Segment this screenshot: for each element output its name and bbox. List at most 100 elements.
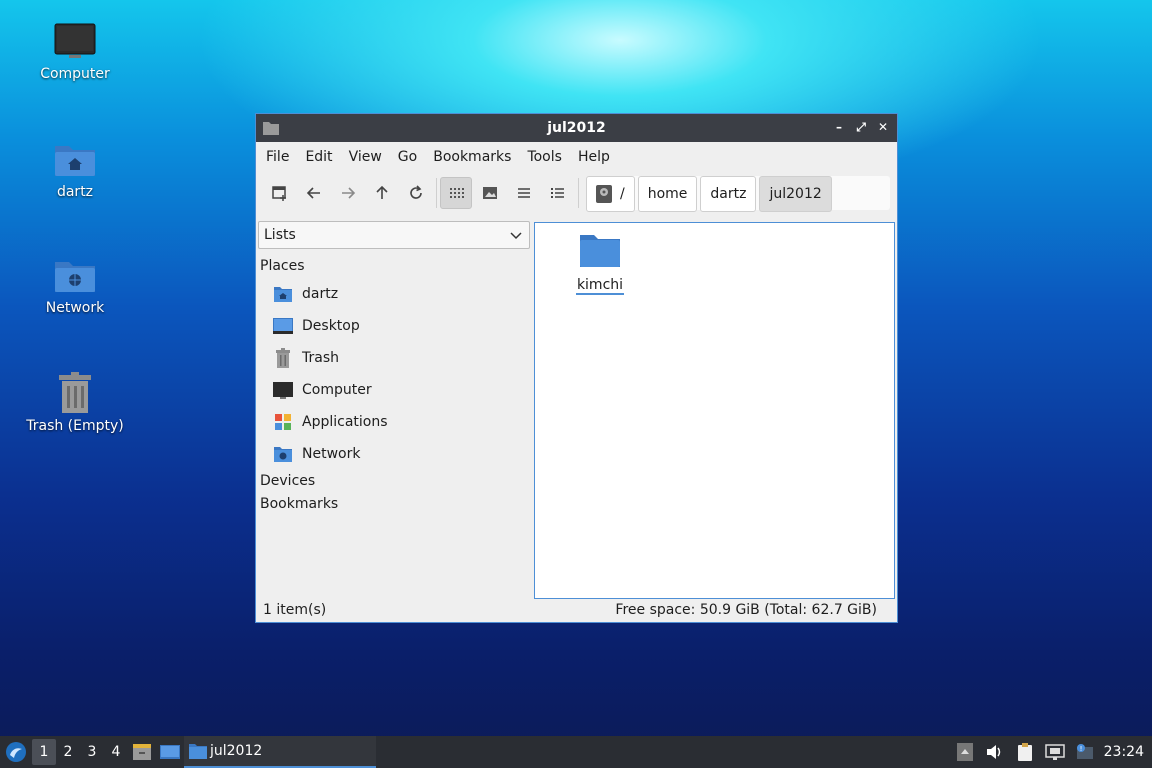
chevron-down-icon [510,232,522,240]
workspace-4[interactable]: 4 [104,739,128,765]
back-icon [306,187,320,199]
menu-edit[interactable]: Edit [297,142,340,172]
thumbnail-view-button[interactable] [474,177,506,209]
network-wired-icon [1044,744,1065,760]
window-titlebar[interactable]: jul2012 – ⤢ ✕ [256,114,897,142]
forward-button[interactable] [332,177,364,209]
workspace-1[interactable]: 1 [32,739,56,765]
side-pane-mode-value: Lists [264,227,296,243]
free-space: Free space: 50.9 GiB (Total: 62.7 GiB) [615,602,877,618]
toolbar: / home dartz jul2012 [256,172,897,214]
toolbar-separator [578,178,579,208]
desktop-icon-label: Trash (Empty) [26,418,124,434]
new-tab-button[interactable] [264,177,296,209]
place-label: Desktop [302,318,360,334]
home-folder-icon [55,146,95,176]
side-pane-mode-select[interactable]: Lists [258,221,530,249]
chevron-up-icon [956,743,973,761]
up-button[interactable] [366,177,398,209]
path-root-button[interactable]: / [586,176,635,212]
desktop-icon-label: Network [45,300,105,316]
path-segment-home[interactable]: home [637,176,698,212]
detailed-list-view-icon [551,188,564,198]
desktop-icon [273,316,293,336]
desktop-icon-network[interactable]: Network [15,256,135,316]
place-desktop[interactable]: Desktop [257,310,531,342]
bookmarks-header[interactable]: Bookmarks [257,493,531,516]
task-jul2012[interactable]: jul2012 [184,736,376,768]
up-icon [376,185,388,199]
folder-icon [580,235,620,267]
menu-view[interactable]: View [341,142,390,172]
notification-icon: ! [1076,744,1093,759]
detailed-list-view-button[interactable] [542,177,574,209]
desktop-icon-computer[interactable]: Computer [15,22,135,82]
place-computer[interactable]: Computer [257,374,531,406]
compact-view-button[interactable] [508,177,540,209]
trash-icon [273,348,293,368]
path-segment-dartz[interactable]: dartz [700,176,757,212]
item-count: 1 item(s) [263,602,327,618]
new-tab-icon [272,186,286,201]
task-label: jul2012 [210,743,263,759]
menu-bookmarks[interactable]: Bookmarks [425,142,519,172]
computer-icon [54,23,96,58]
menubar: File Edit View Go Bookmarks Tools Help [256,142,897,172]
home-folder-icon [273,284,293,304]
applications-icon [273,412,293,432]
volume-button[interactable] [980,736,1010,768]
tray-expand-button[interactable] [950,736,980,768]
place-label: Network [302,446,361,462]
place-trash[interactable]: Trash [257,342,531,374]
menu-tools[interactable]: Tools [519,142,570,172]
place-dartz[interactable]: dartz [257,278,531,310]
devices-header[interactable]: Devices [257,470,531,493]
desktop-icon-label: dartz [56,184,94,200]
place-label: dartz [302,286,339,302]
back-button[interactable] [298,177,330,209]
workspace-3[interactable]: 3 [80,739,104,765]
volume-icon [986,745,1000,759]
reload-button[interactable] [400,177,432,209]
thumbnail-view-icon [483,187,497,199]
path-root-label: / [620,186,625,202]
path-segment-jul2012[interactable]: jul2012 [759,176,832,212]
file-item-kimchi[interactable]: kimchi [565,231,635,295]
menu-help[interactable]: Help [570,142,618,172]
file-manager-window: jul2012 – ⤢ ✕ File Edit View Go Bookmark… [255,113,898,623]
desktop-icon-dartz[interactable]: dartz [15,140,135,200]
toolbar-separator [436,178,437,208]
trash-icon [59,372,91,413]
icon-view-button[interactable] [440,177,472,209]
notifications-button[interactable]: ! [1070,736,1100,768]
lxqt-logo-icon [6,742,26,762]
places-header[interactable]: Places [257,255,531,278]
place-label: Applications [302,414,388,430]
menu-go[interactable]: Go [390,142,425,172]
clipboard-button[interactable] [1010,736,1040,768]
close-button[interactable]: ✕ [875,119,891,135]
network-folder-icon [55,262,95,292]
maximize-button[interactable]: ⤢ [853,119,869,135]
start-menu-button[interactable] [0,736,32,768]
minimize-button[interactable]: – [831,119,847,135]
place-network[interactable]: Network [257,438,531,470]
place-applications[interactable]: Applications [257,406,531,438]
status-bar: 1 item(s) Free space: 50.9 GiB (Total: 6… [256,598,897,622]
menu-file[interactable]: File [258,142,297,172]
workspace-2[interactable]: 2 [56,739,80,765]
file-manager-launcher[interactable] [128,736,156,768]
network-button[interactable] [1040,736,1070,768]
file-name: kimchi [575,277,625,295]
clipboard-icon [1017,743,1032,761]
clock[interactable]: 23:24 [1100,744,1152,760]
drive-icon [596,185,612,203]
show-desktop-button[interactable] [156,736,184,768]
place-label: Trash [302,350,339,366]
desktop-icon-trash[interactable]: Trash (Empty) [15,372,135,434]
reload-icon [410,185,422,199]
network-folder-icon [273,444,293,464]
file-view[interactable]: kimchi [534,222,895,599]
taskbar: 1 2 3 4 jul2012 ! 23:24 [0,736,1152,768]
desktop-icon [160,745,180,759]
